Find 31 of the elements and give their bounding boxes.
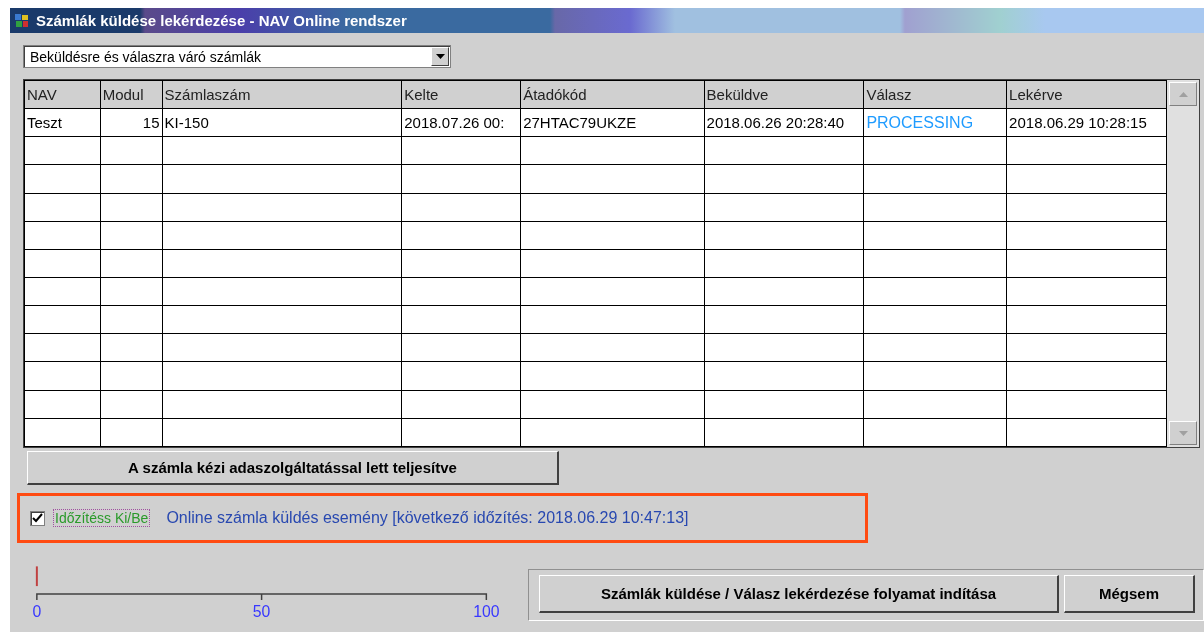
timer-checkbox[interactable]: [30, 510, 45, 526]
start-process-button[interactable]: Számlák küldése / Válasz lekérdezése folyamat indítása: [539, 575, 1059, 613]
app-icon: [14, 12, 30, 29]
scroll-up-icon: [1178, 91, 1188, 97]
table-cell: 2018.07.26 00:: [401, 108, 521, 137]
table-cell: 27HTAC79UKZE: [520, 108, 705, 137]
gauge-tick-label: 0: [32, 602, 42, 620]
table-cell: KI-150: [162, 108, 402, 137]
column-header[interactable]: Lekérve: [1006, 80, 1167, 109]
table-cell: 15: [100, 108, 163, 137]
scrollbar[interactable]: [1167, 80, 1199, 447]
column-header[interactable]: NAV: [24, 80, 101, 109]
column-header[interactable]: Válasz: [863, 80, 1007, 109]
table-cell: 2018.06.26 20:28:40: [704, 108, 864, 137]
column-header[interactable]: Modul: [100, 80, 163, 109]
gauge-tick-label: 50: [252, 602, 271, 620]
filter-dropdown[interactable]: Beküldésre és válaszra váró számlák: [23, 45, 451, 68]
window-title: Számlák küldése lekérdezése - NAV Online rendszer: [36, 12, 407, 29]
status-cell: PROCESSING: [863, 108, 1007, 137]
column-header[interactable]: Számlaszám: [162, 80, 402, 109]
table-cell: 2018.06.29 10:28:15: [1006, 108, 1167, 137]
column-header[interactable]: Kelte: [401, 80, 521, 109]
manual-report-button[interactable]: A számla kézi adaszolgáltatással lett teljesítve: [27, 451, 559, 485]
table-cell: Teszt: [24, 108, 101, 137]
timer-status-text: Online számla küldés esemény [következő időzítés: 2018.06.29 10:47:13]: [166, 509, 689, 527]
caret-icon: [435, 54, 445, 59]
column-header[interactable]: Átadókód: [520, 80, 705, 109]
gauge-tick-label: 100: [473, 602, 500, 620]
scroll-down-icon: [1178, 430, 1188, 436]
column-header[interactable]: Beküldve: [704, 80, 864, 109]
cancel-button[interactable]: Mégsem: [1064, 575, 1195, 613]
